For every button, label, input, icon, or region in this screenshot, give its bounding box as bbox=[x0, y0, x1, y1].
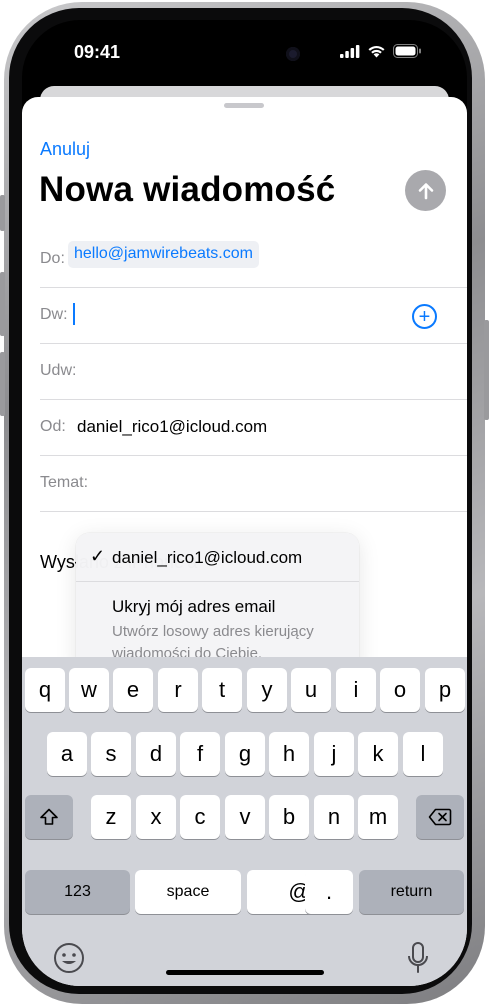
cellular-signal-icon bbox=[340, 44, 360, 58]
wifi-icon bbox=[368, 46, 385, 58]
key-m[interactable]: m bbox=[358, 795, 398, 839]
cc-field-row[interactable]: Dw: + bbox=[40, 288, 467, 344]
space-key[interactable]: space bbox=[135, 870, 241, 914]
key-w[interactable]: w bbox=[69, 668, 109, 712]
volume-up-button bbox=[0, 272, 5, 336]
send-button[interactable] bbox=[405, 170, 446, 211]
to-recipient-chip[interactable]: hello@jamwirebeats.com bbox=[68, 241, 259, 268]
key-x[interactable]: x bbox=[136, 795, 176, 839]
backspace-icon bbox=[428, 808, 452, 826]
from-value[interactable]: daniel_rico1@icloud.com bbox=[77, 417, 267, 437]
microphone-icon bbox=[408, 942, 428, 973]
key-a[interactable]: a bbox=[47, 732, 87, 776]
to-label: Do: bbox=[40, 250, 65, 267]
text-cursor bbox=[73, 303, 75, 325]
page-title: Nowa wiadomość bbox=[39, 170, 336, 209]
keyboard-row-3: z x c v b n m bbox=[22, 795, 467, 839]
emoji-icon bbox=[54, 943, 84, 973]
keyboard-row-2: a s d f g h j k l bbox=[22, 732, 467, 776]
from-address-menu: ✓ daniel_rico1@icloud.com Ukryj mój adre… bbox=[76, 533, 359, 677]
menu-item-hide-my-email[interactable]: Ukryj mój adres email bbox=[112, 597, 275, 617]
key-j[interactable]: j bbox=[314, 732, 354, 776]
from-field-row[interactable]: Od: daniel_rico1@icloud.com bbox=[40, 400, 467, 456]
dictation-button[interactable] bbox=[406, 941, 430, 975]
key-s[interactable]: s bbox=[91, 732, 131, 776]
phone-screen: 09:41 Anuluj Nowa wiadomość Do: hello@ja… bbox=[22, 20, 467, 986]
menu-divider bbox=[76, 581, 359, 582]
key-h[interactable]: h bbox=[269, 732, 309, 776]
return-key[interactable]: return bbox=[359, 870, 464, 914]
to-field-row[interactable]: Do: hello@jamwirebeats.com bbox=[40, 232, 467, 288]
key-r[interactable]: r bbox=[158, 668, 198, 712]
bcc-label: Udw: bbox=[40, 362, 77, 379]
key-e[interactable]: e bbox=[113, 668, 153, 712]
subject-field-row[interactable]: Temat: bbox=[40, 456, 467, 512]
front-camera bbox=[286, 47, 300, 61]
keyboard-row-1: q w e r t y u i o p bbox=[22, 668, 467, 712]
cancel-button[interactable]: Anuluj bbox=[40, 139, 90, 160]
key-i[interactable]: i bbox=[336, 668, 376, 712]
key-d[interactable]: d bbox=[136, 732, 176, 776]
power-button bbox=[484, 320, 489, 420]
action-button bbox=[0, 195, 5, 231]
home-indicator[interactable] bbox=[166, 970, 324, 975]
shift-icon bbox=[40, 808, 58, 825]
sheet-grabber[interactable] bbox=[224, 103, 264, 108]
key-u[interactable]: u bbox=[291, 668, 331, 712]
key-l[interactable]: l bbox=[403, 732, 443, 776]
subject-label: Temat: bbox=[40, 474, 89, 491]
key-b[interactable]: b bbox=[269, 795, 309, 839]
key-z[interactable]: z bbox=[91, 795, 131, 839]
key-g[interactable]: g bbox=[225, 732, 265, 776]
numbers-key[interactable]: 123 bbox=[25, 870, 130, 914]
key-t[interactable]: t bbox=[202, 668, 242, 712]
add-contact-button[interactable]: + bbox=[412, 304, 437, 329]
arrow-up-icon bbox=[418, 182, 433, 199]
status-icons bbox=[340, 44, 422, 58]
plus-icon: + bbox=[418, 305, 431, 328]
volume-down-button bbox=[0, 352, 5, 416]
key-y[interactable]: y bbox=[247, 668, 287, 712]
bcc-field-row[interactable]: Udw: bbox=[40, 344, 467, 400]
key-p[interactable]: p bbox=[425, 668, 465, 712]
key-v[interactable]: v bbox=[225, 795, 265, 839]
delete-key[interactable] bbox=[416, 795, 464, 839]
checkmark-icon: ✓ bbox=[90, 546, 106, 566]
keyboard: q w e r t y u i o p a s d f g h j k l z … bbox=[22, 657, 467, 986]
status-bar: 09:41 bbox=[22, 20, 467, 82]
battery-icon bbox=[393, 44, 421, 58]
keyboard-row-4: 123 space @ . return bbox=[22, 870, 467, 914]
key-k[interactable]: k bbox=[358, 732, 398, 776]
dot-key[interactable]: . bbox=[305, 870, 353, 914]
key-c[interactable]: c bbox=[180, 795, 220, 839]
key-q[interactable]: q bbox=[25, 668, 65, 712]
emoji-button[interactable] bbox=[52, 941, 86, 975]
shift-key[interactable] bbox=[25, 795, 73, 839]
status-time: 09:41 bbox=[74, 42, 121, 62]
from-label: Od: bbox=[40, 418, 66, 435]
key-n[interactable]: n bbox=[314, 795, 354, 839]
menu-item-icloud-address[interactable]: daniel_rico1@icloud.com bbox=[112, 548, 302, 568]
key-f[interactable]: f bbox=[180, 732, 220, 776]
cc-label: Dw: bbox=[40, 306, 68, 323]
key-o[interactable]: o bbox=[380, 668, 420, 712]
